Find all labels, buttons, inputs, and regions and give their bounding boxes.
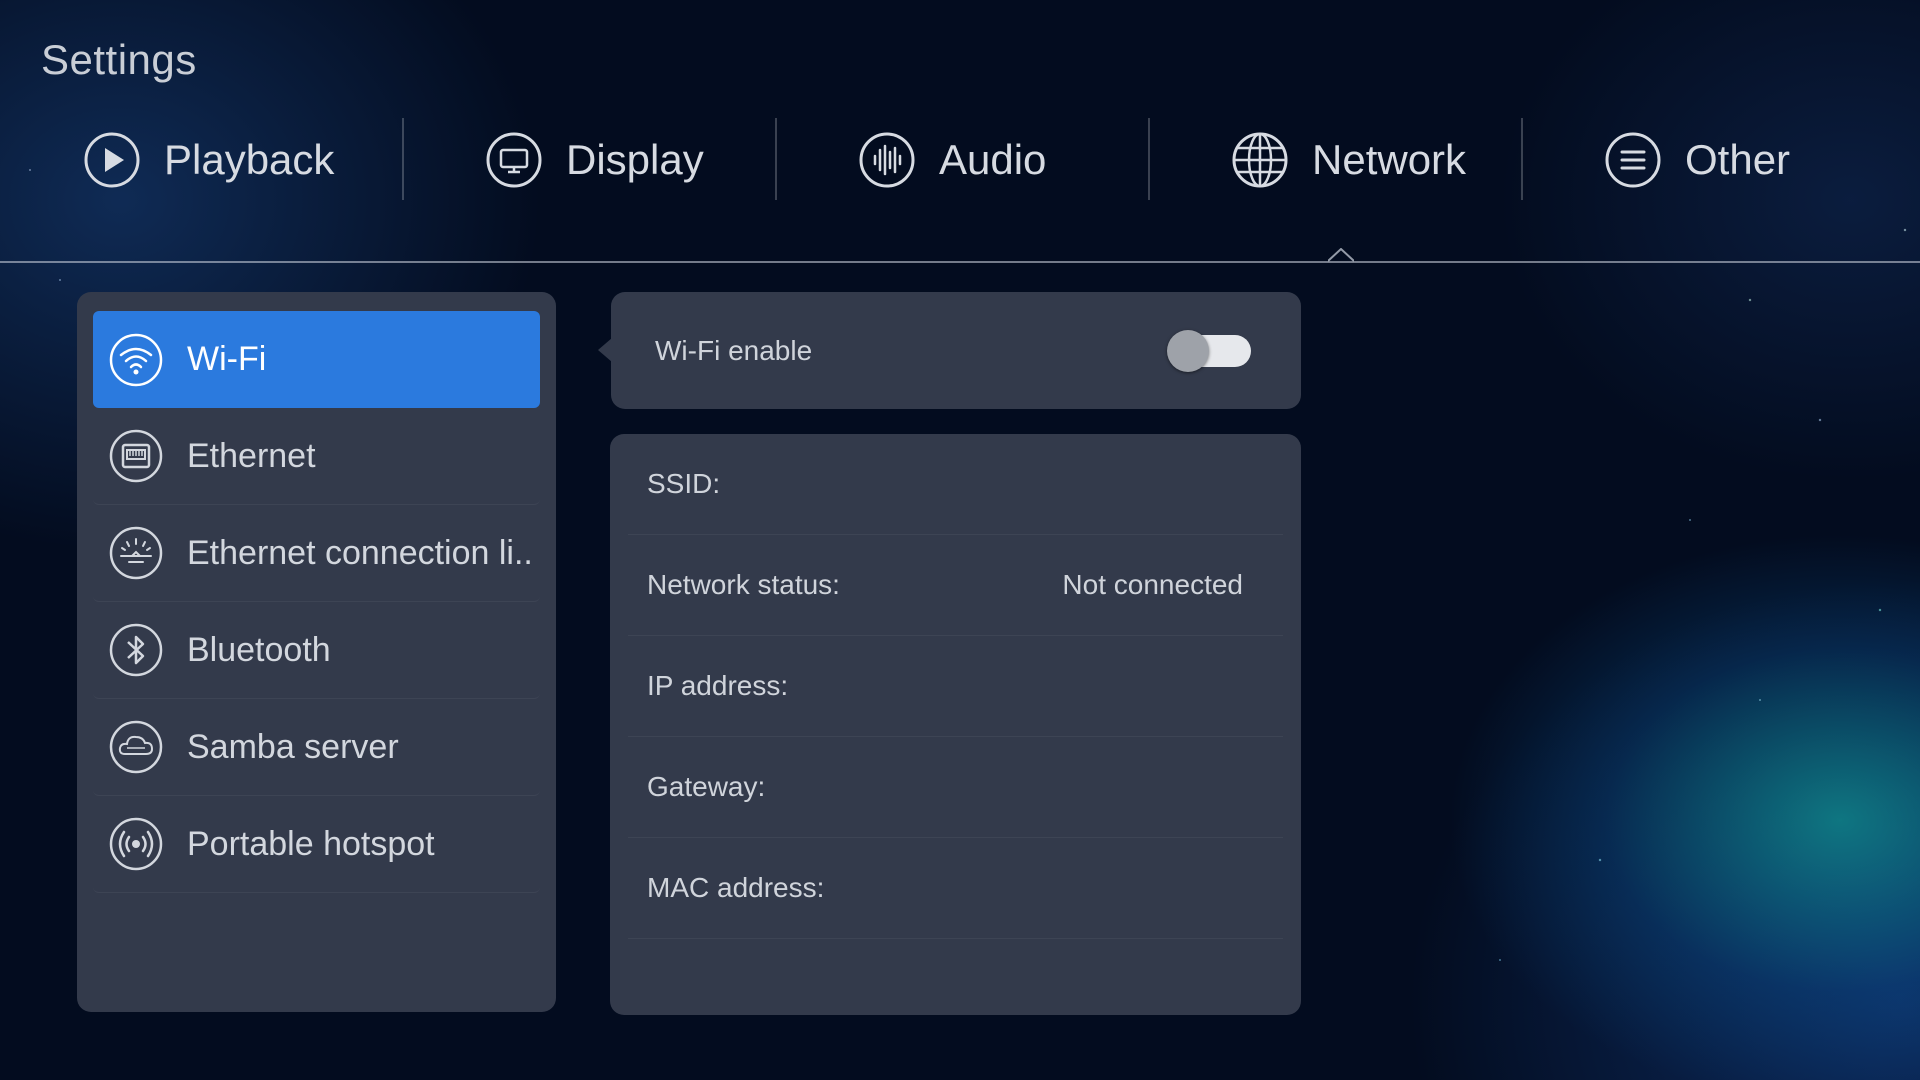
info-label: Gateway: [647,771,766,802]
sidebar-item-ethernet-connection[interactable]: Ethernet connection li.. [93,505,540,602]
info-row-ssid: SSID: [628,434,1283,535]
play-icon [84,132,140,188]
hotspot-icon [109,817,163,871]
page-title: Settings [41,36,197,83]
tab-display[interactable]: Display [402,100,775,220]
sidebar-item-bluetooth[interactable]: Bluetooth [93,602,540,699]
tab-other[interactable]: Other [1521,100,1894,220]
tab-divider [0,261,1920,263]
info-row-ip-address: IP address: [628,636,1283,737]
sidebar-item-samba[interactable]: Samba server [93,699,540,796]
bluetooth-icon [109,623,163,677]
tab-audio[interactable]: Audio [775,100,1148,220]
info-row-gateway: Gateway: [628,737,1283,838]
sidebar-item-wifi[interactable]: Wi-Fi [93,311,540,408]
info-label: IP address: [647,670,789,701]
wifi-enable-card: Wi-Fi enable [611,292,1301,409]
tab-label: Network [1312,136,1467,183]
tab-playback[interactable]: Playback [0,100,402,220]
sidebar-item-label: Samba server [187,727,399,766]
wifi-info-card: SSID: Network status: Not connected IP a… [610,434,1301,1015]
samba-icon [109,720,163,774]
sidebar-item-label: Wi-Fi [187,340,267,378]
menu-icon [1605,132,1661,188]
info-label: SSID: [647,468,721,499]
tab-network[interactable]: Network [1148,100,1521,220]
info-label: Network status: [647,569,840,600]
sidebar-item-hotspot[interactable]: Portable hotspot [93,796,540,893]
tab-label: Playback [164,136,335,183]
active-tab-indicator [1328,248,1354,262]
wifi-enable-toggle[interactable] [1167,329,1251,372]
category-tabs: Playback Display Audio Network Other [0,100,1920,220]
network-sidebar: Wi-Fi Ethernet Ethernet connection li.. … [77,292,556,1012]
wifi-enable-label: Wi-Fi enable [655,334,813,366]
selection-pointer [598,338,612,362]
monitor-icon [486,132,542,188]
globe-icon [1232,132,1288,188]
info-value: Not connected [1062,569,1243,600]
info-row-network-status: Network status: Not connected [628,535,1283,636]
sidebar-item-label: Ethernet [187,436,316,475]
sidebar-item-label: Ethernet connection li.. [187,533,533,572]
tab-label: Audio [939,136,1047,183]
tab-label: Display [566,136,704,183]
ethernet-icon [109,429,163,483]
tab-label: Other [1685,136,1791,183]
sidebar-item-label: Bluetooth [187,630,331,669]
audio-wave-icon [859,132,915,188]
info-row-mac-address: MAC address: [628,838,1283,939]
sidebar-item-ethernet[interactable]: Ethernet [93,408,540,505]
info-label: MAC address: [647,872,825,903]
wifi-icon [109,333,163,386]
toggle-knob [1167,329,1209,372]
ethernet-connection-icon [109,526,163,580]
sidebar-item-label: Portable hotspot [187,824,435,863]
